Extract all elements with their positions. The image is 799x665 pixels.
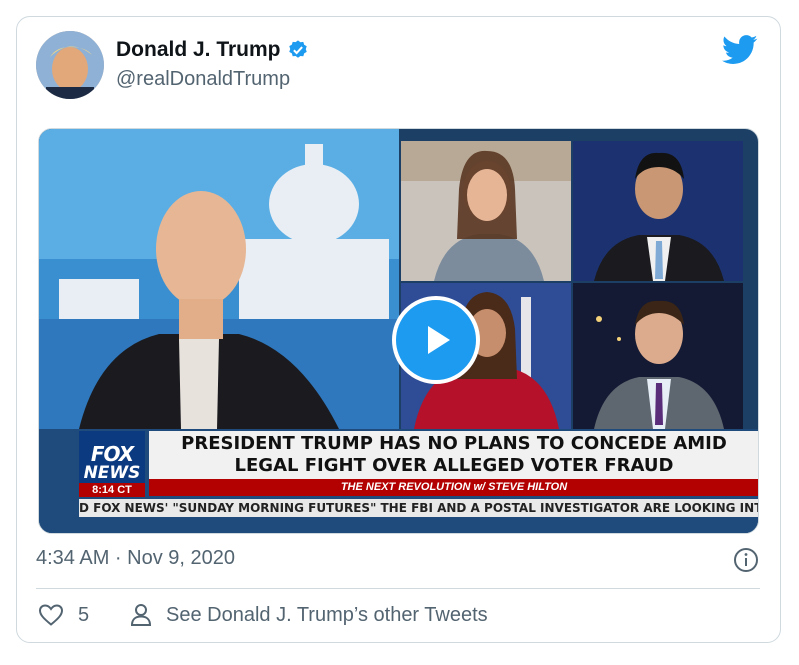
author-name[interactable]: Donald J. Trump [116, 38, 281, 62]
play-button[interactable] [392, 296, 480, 384]
headline-line2: LEGAL FIGHT OVER ALLEGED VOTER FRAUD [234, 455, 674, 476]
person-icon [130, 604, 152, 626]
heart-icon [38, 604, 64, 626]
twitter-bird-icon[interactable] [722, 35, 758, 65]
play-icon [428, 326, 450, 354]
fox-logo-line1: FOX [90, 442, 134, 466]
footer-divider [36, 588, 760, 589]
news-ticker: D FOX NEWS' "SUNDAY MORNING FUTURES" THE… [79, 499, 759, 517]
avatar[interactable] [36, 31, 104, 99]
fox-logo-line2: NEWS [83, 463, 141, 483]
other-tweets-label: See Donald J. Trump’s other Tweets [166, 603, 488, 626]
video-player[interactable]: FOX NEWS 8:14 CT PRESIDENT TRUMP HAS NO … [38, 128, 759, 534]
like-button[interactable]: 5 [38, 603, 89, 627]
author-name-row: Donald J. Trump [116, 38, 309, 62]
chyron-headline: PRESIDENT TRUMP HAS NO PLANS TO CONCEDE … [149, 431, 758, 479]
see-other-tweets-link[interactable]: See Donald J. Trump’s other Tweets [130, 603, 488, 627]
info-icon[interactable] [733, 547, 759, 573]
tweet-timestamp[interactable]: 4:34 AM · Nov 9, 2020 [36, 547, 235, 570]
verified-badge-icon [288, 40, 307, 58]
headline-line1: PRESIDENT TRUMP HAS NO PLANS TO CONCEDE … [181, 433, 727, 454]
show-title: THE NEXT REVOLUTION w/ STEVE HILTON [149, 479, 758, 496]
like-count: 5 [78, 603, 90, 626]
broadcast-time: 8:14 CT [79, 483, 145, 497]
author-handle[interactable]: @realDonaldTrump [116, 68, 290, 91]
